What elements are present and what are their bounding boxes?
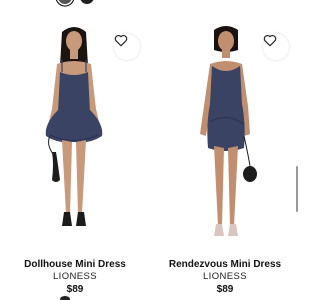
product-name[interactable]: Dollhouse Mini Dress xyxy=(0,258,150,271)
product-card[interactable]: Dollhouse Mini Dress LIONESS $89 xyxy=(0,14,150,300)
color-swatch-selected[interactable] xyxy=(58,0,72,4)
product-brand[interactable]: LIONESS xyxy=(150,271,300,283)
product-info: Dollhouse Mini Dress LIONESS $89 xyxy=(0,258,150,297)
product-image[interactable] xyxy=(0,14,150,250)
scrollbar[interactable] xyxy=(296,166,298,212)
product-info: Rendezvous Mini Dress LIONESS $89 xyxy=(150,258,300,297)
next-row-swatch[interactable] xyxy=(60,296,70,300)
wishlist-button[interactable] xyxy=(114,34,140,60)
heart-icon xyxy=(263,34,277,47)
product-price: $89 xyxy=(216,284,234,295)
color-swatches xyxy=(55,0,105,7)
wishlist-button[interactable] xyxy=(263,34,289,60)
product-grid-page: Dollhouse Mini Dress LIONESS $89 Rendezv… xyxy=(0,0,300,300)
product-brand[interactable]: LIONESS xyxy=(0,271,150,283)
product-image[interactable] xyxy=(150,14,300,250)
heart-icon xyxy=(114,34,128,47)
color-swatch[interactable] xyxy=(80,0,94,4)
product-card[interactable]: Rendezvous Mini Dress LIONESS $89 xyxy=(150,14,300,300)
product-price: $89 xyxy=(66,284,84,295)
product-name[interactable]: Rendezvous Mini Dress xyxy=(150,258,300,271)
